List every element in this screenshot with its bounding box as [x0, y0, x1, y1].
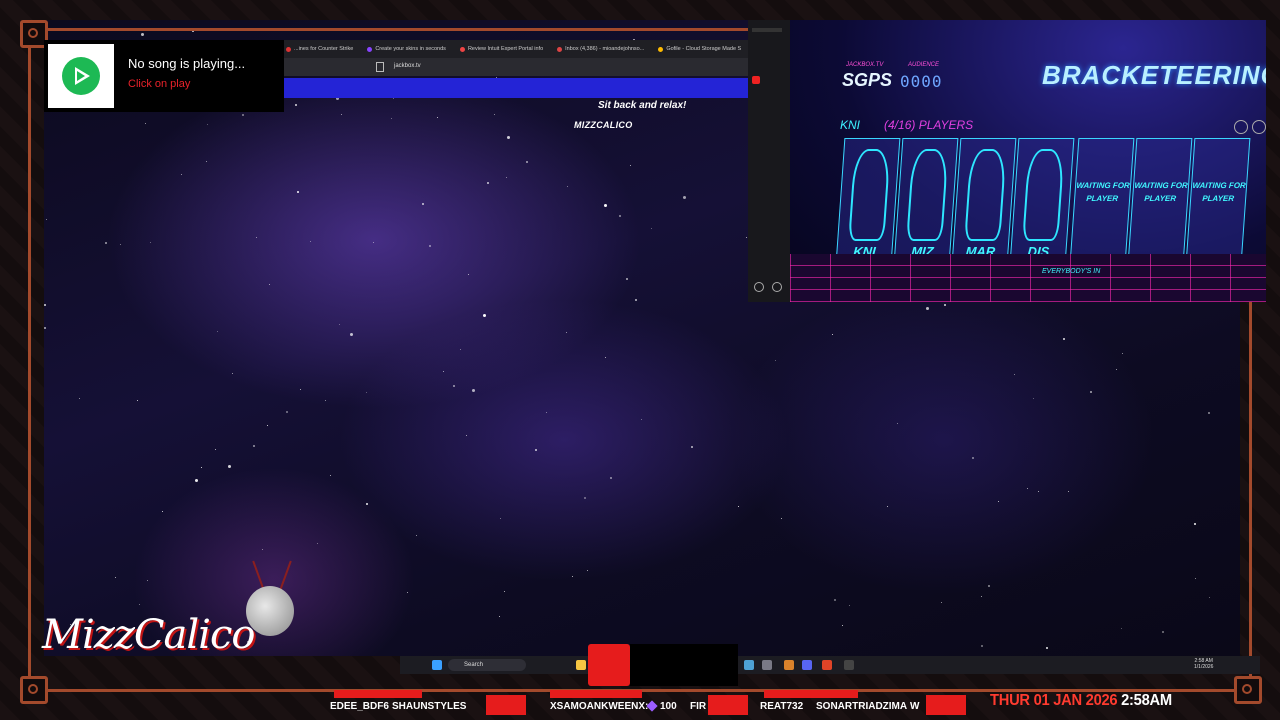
stream-time: 2:58AM [1121, 692, 1172, 709]
taskbar-app-icon[interactable] [744, 660, 754, 670]
ticker-name: FIR [690, 701, 707, 712]
ticker-red-box [486, 695, 526, 715]
neon-grid-floor [790, 254, 1266, 302]
player-slot: KNI [835, 138, 901, 264]
streamer-logo: MizzCalico [42, 612, 255, 658]
browser-address-bar[interactable]: jackbox.tv [284, 58, 748, 76]
audience-label: AUDIENCE [908, 62, 940, 68]
discord-icon[interactable] [802, 660, 812, 670]
empty-player-slot: WAITING FOR PLAYER [1127, 138, 1193, 264]
headset-icon[interactable] [754, 282, 764, 292]
ticker-name: XSAMOANKWEENX: [550, 701, 649, 712]
frame-corner-bottom-left [20, 676, 48, 704]
room-owner-name: MIZZCALICO [574, 120, 633, 130]
browser-tab[interactable]: Inbox (4,386) - mioandejohnso... [557, 46, 644, 52]
empty-player-slot: WAITING FOR PLAYER [1069, 138, 1135, 264]
start-menu-icon[interactable] [432, 660, 442, 670]
browser-tab[interactable]: ...ines for Counter Strike [286, 46, 353, 52]
player-avatar [848, 149, 891, 241]
players-counter: KNI (4/16) PLAYERS [840, 118, 974, 132]
black-overlay-block [630, 644, 738, 686]
file-explorer-icon[interactable] [576, 660, 586, 670]
browser-capture: ...ines for Counter Strike Create your s… [284, 40, 750, 130]
ticker-amount: 100 [660, 701, 677, 712]
ticker-divider [550, 690, 642, 698]
now-playing-widget: No song is playing... Click on play [44, 40, 284, 112]
option-icon [1252, 120, 1266, 134]
taskbar-search[interactable]: Search [448, 659, 526, 671]
recent-events-ticker: EDEE_BDF6 SHAUNSTYLES XSAMOANKWEENX: 100… [290, 690, 990, 718]
ticker-name: EDEE_BDF6 [330, 701, 389, 712]
player-avatar [906, 149, 949, 241]
browser-tab[interactable]: Review Intuit Expert Portal info [459, 46, 543, 52]
music-app-icon [48, 44, 114, 108]
browser-tab[interactable]: Gofile - Cloud Storage Made S [658, 46, 741, 52]
bookmark-icon[interactable] [376, 62, 384, 72]
browser-tab[interactable]: Create your skins in seconds [367, 46, 446, 52]
game-capture: JACKBOX.TV SGPS AUDIENCE 0000 BRACKETEER… [748, 20, 1266, 302]
everybodys-in-label: EVERYBODY'S IN [1042, 268, 1101, 275]
stream-date: THUR 01 JAN 2026 [990, 692, 1118, 709]
player-slot: MAR [951, 138, 1017, 264]
ticker-name: SHAUNSTYLES [392, 701, 467, 712]
ticker-divider [764, 690, 858, 698]
player-avatar [964, 149, 1007, 241]
taskbar-app-icon[interactable] [844, 660, 854, 670]
game-option-icons [1234, 120, 1266, 134]
room-code: SGPS [842, 70, 893, 90]
settings-gear-icon[interactable] [762, 660, 772, 670]
audience-count: 0000 [900, 72, 943, 91]
player-avatar [1022, 149, 1065, 241]
now-playing-title: No song is playing... [128, 56, 246, 71]
frame-corner-bottom-right [1234, 676, 1262, 704]
game-title: BRACKETEERING [1042, 60, 1266, 90]
ticker-name: SONARTRIADZIMA [816, 701, 908, 712]
discord-sidebar [748, 20, 790, 302]
option-icon [1234, 120, 1248, 134]
jackbox-header-bar: MIZZCALICO [284, 78, 748, 130]
player-slot: DIS [1009, 138, 1075, 264]
ticker-divider [334, 690, 422, 698]
empty-player-slot: WAITING FOR PLAYER [1185, 138, 1251, 264]
live-badge-icon [752, 76, 760, 84]
ticker-red-box [708, 695, 748, 715]
red-overlay-block [588, 644, 630, 686]
ticker-red-box [926, 695, 966, 715]
first-player-tag: KNI [840, 118, 861, 132]
taskbar-clock[interactable]: 2:58 AM 1/1/2026 [1194, 658, 1213, 670]
click-on-play-link[interactable]: Click on play [128, 78, 190, 90]
bracketeering-lobby: JACKBOX.TV SGPS AUDIENCE 0000 BRACKETEER… [790, 20, 1266, 302]
stream-datetime: THUR 01 JAN 2026 2:58AM [990, 692, 1172, 710]
browser-icon[interactable] [822, 660, 832, 670]
browser-tab-strip: ...ines for Counter Strike Create your s… [284, 40, 750, 58]
windows-taskbar: Search 2:58 AM 1/1/2026 [400, 656, 1260, 674]
url-text[interactable]: jackbox.tv [394, 63, 421, 69]
taskbar-app-icon[interactable] [784, 660, 794, 670]
game-site-label: JACKBOX.TV [846, 62, 884, 68]
ticker-name: W [910, 701, 920, 712]
player-slot: MIZ [893, 138, 959, 264]
settings-gear-icon[interactable] [772, 282, 782, 292]
ticker-name: REAT732 [760, 701, 804, 712]
waiting-message: Sit back and relax! [598, 100, 687, 111]
